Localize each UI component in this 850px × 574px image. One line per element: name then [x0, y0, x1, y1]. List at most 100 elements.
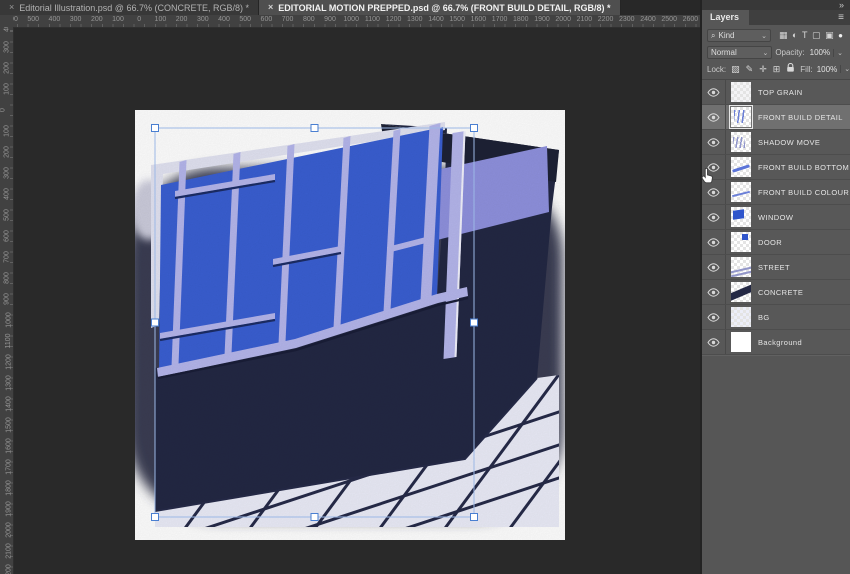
- h-ruler-label: 1500: [449, 16, 465, 23]
- v-ruler-label: 2100: [5, 543, 13, 559]
- layer-thumbnail[interactable]: [731, 182, 751, 202]
- eye-icon[interactable]: [707, 337, 720, 347]
- eye-icon[interactable]: [707, 237, 720, 247]
- layer-row-front-build-bottom[interactable]: FRONT BUILD BOTTOM: [702, 155, 850, 180]
- lock-position-icon[interactable]: ✛: [759, 64, 767, 75]
- eye-icon[interactable]: [707, 162, 720, 172]
- filter-type-icon[interactable]: T: [802, 29, 808, 42]
- v-ruler-label: 1000: [5, 312, 13, 328]
- v-ruler-label: 800: [3, 272, 11, 284]
- layer-row-front-build-colour[interactable]: FRONT BUILD COLOUR: [702, 180, 850, 205]
- h-ruler-label: 2200: [597, 16, 614, 23]
- v-ruler-label: 200: [3, 62, 11, 74]
- horizontal-ruler[interactable]: 6005004003002001000100200300400500600700…: [13, 15, 700, 28]
- opacity-input[interactable]: 100% ⌄: [808, 47, 845, 59]
- visibility-toggle[interactable]: [702, 105, 726, 129]
- close-icon[interactable]: ×: [9, 0, 14, 15]
- visibility-toggle[interactable]: [702, 80, 726, 104]
- h-ruler-label: 1000: [343, 16, 359, 23]
- eye-icon[interactable]: [707, 262, 720, 272]
- layer-thumbnail[interactable]: [731, 282, 751, 302]
- layer-thumbnail[interactable]: [731, 157, 751, 177]
- panel-dock-header: »: [702, 0, 850, 10]
- lock-all-icon[interactable]: [786, 62, 795, 75]
- tab-editorial-illustration[interactable]: × Editorial Illustration.psd @ 66.7% (CO…: [0, 0, 259, 15]
- layer-row-door[interactable]: DOOR: [702, 230, 850, 255]
- filter-shape-icon[interactable]: ▢: [812, 29, 821, 42]
- visibility-toggle[interactable]: [702, 155, 726, 179]
- visibility-toggle[interactable]: [702, 305, 726, 329]
- layer-row-front-build-detail[interactable]: FRONT BUILD DETAIL: [702, 105, 850, 130]
- layer-thumbnail[interactable]: [731, 232, 751, 252]
- eye-icon[interactable]: [707, 212, 720, 222]
- visibility-toggle[interactable]: [702, 205, 726, 229]
- layer-thumbnail[interactable]: [731, 207, 751, 227]
- document-area: 6005004003002001000100200300400500600700…: [0, 15, 700, 574]
- chevron-down-icon: ⌄: [840, 65, 850, 73]
- h-ruler-label: 2300: [619, 16, 635, 23]
- visibility-toggle[interactable]: [702, 230, 726, 254]
- visibility-toggle[interactable]: [702, 255, 726, 279]
- layer-row-window[interactable]: WINDOW: [702, 205, 850, 230]
- v-ruler-label: 300: [3, 167, 11, 179]
- close-icon[interactable]: ×: [268, 0, 273, 15]
- h-ruler-label: 800: [302, 16, 315, 23]
- eye-icon[interactable]: [707, 287, 720, 297]
- eye-icon[interactable]: [707, 112, 720, 122]
- layer-row-background[interactable]: Background: [702, 330, 850, 355]
- lock-label: Lock:: [707, 64, 727, 74]
- eye-icon[interactable]: [707, 312, 720, 322]
- h-ruler-label: 300: [69, 16, 82, 23]
- v-ruler-label: 2200: [5, 564, 13, 574]
- filter-smart-object-icon[interactable]: ▣: [825, 29, 834, 42]
- layer-row-shadow-move[interactable]: SHADOW MOVE: [702, 130, 850, 155]
- tab-layers[interactable]: Layers: [702, 10, 750, 25]
- layer-filter-kind-select[interactable]: ⌕ Kind ⌄: [707, 29, 771, 42]
- eye-icon[interactable]: [707, 87, 720, 97]
- h-ruler-label: 0: [137, 16, 142, 23]
- layer-row-bg[interactable]: BG: [702, 305, 850, 330]
- layer-thumbnail[interactable]: [731, 132, 751, 152]
- layer-row-concrete[interactable]: CONCRETE: [702, 280, 850, 305]
- canvas[interactable]: [127, 110, 565, 540]
- v-ruler-label: 100: [3, 83, 11, 95]
- vertical-ruler[interactable]: 4003002001000100200300400500600700800900…: [0, 27, 14, 574]
- h-ruler-label: 100: [154, 16, 167, 23]
- eye-icon[interactable]: [707, 137, 720, 147]
- layer-row-top-grain[interactable]: TOP GRAIN: [702, 80, 850, 105]
- v-ruler-label: 1500: [5, 417, 13, 433]
- filter-toggle-icon[interactable]: ●: [838, 29, 843, 42]
- fill-value: 100%: [816, 64, 838, 74]
- opacity-value: 100%: [809, 48, 831, 57]
- filter-pixel-icon[interactable]: ▦: [779, 29, 788, 42]
- layer-thumbnail[interactable]: [729, 105, 753, 129]
- v-ruler-label: 500: [3, 209, 11, 221]
- layer-thumbnail[interactable]: [731, 82, 751, 102]
- visibility-toggle[interactable]: [702, 280, 726, 304]
- h-ruler-label: 500: [239, 16, 252, 23]
- tab-editorial-motion-prepped[interactable]: × EDITORIAL MOTION PREPPED.psd @ 66.7% (…: [258, 0, 621, 15]
- visibility-toggle[interactable]: [702, 180, 726, 204]
- collapse-panels-icon[interactable]: »: [839, 0, 844, 10]
- layer-row-street[interactable]: STREET: [702, 255, 850, 280]
- eye-icon[interactable]: [707, 187, 720, 197]
- lock-transparency-icon[interactable]: ▨: [731, 64, 740, 75]
- lock-pixels-icon[interactable]: ✎: [746, 64, 754, 75]
- layer-name: FRONT BUILD BOTTOM: [758, 162, 850, 172]
- h-ruler-label: 100: [112, 16, 124, 23]
- layer-thumbnail[interactable]: [731, 332, 751, 352]
- lock-artboard-icon[interactable]: ⊞: [773, 64, 781, 75]
- visibility-toggle[interactable]: [702, 130, 726, 154]
- filter-adjustment-icon[interactable]: ◐: [792, 29, 797, 42]
- layer-thumbnail[interactable]: [731, 307, 751, 327]
- layer-thumbnail[interactable]: [731, 257, 751, 277]
- h-ruler-label: 700: [281, 16, 294, 23]
- v-ruler-label: 300: [3, 41, 11, 53]
- visibility-toggle[interactable]: [702, 330, 726, 354]
- panel-menu-icon[interactable]: ≡: [832, 10, 850, 25]
- fill-input[interactable]: 100% ⌄: [815, 63, 850, 75]
- blend-mode-select[interactable]: Normal ⌄: [707, 46, 773, 59]
- v-ruler-label: 900: [3, 293, 11, 305]
- v-ruler-label: 1200: [5, 354, 13, 370]
- layer-name: FRONT BUILD COLOUR: [758, 187, 850, 197]
